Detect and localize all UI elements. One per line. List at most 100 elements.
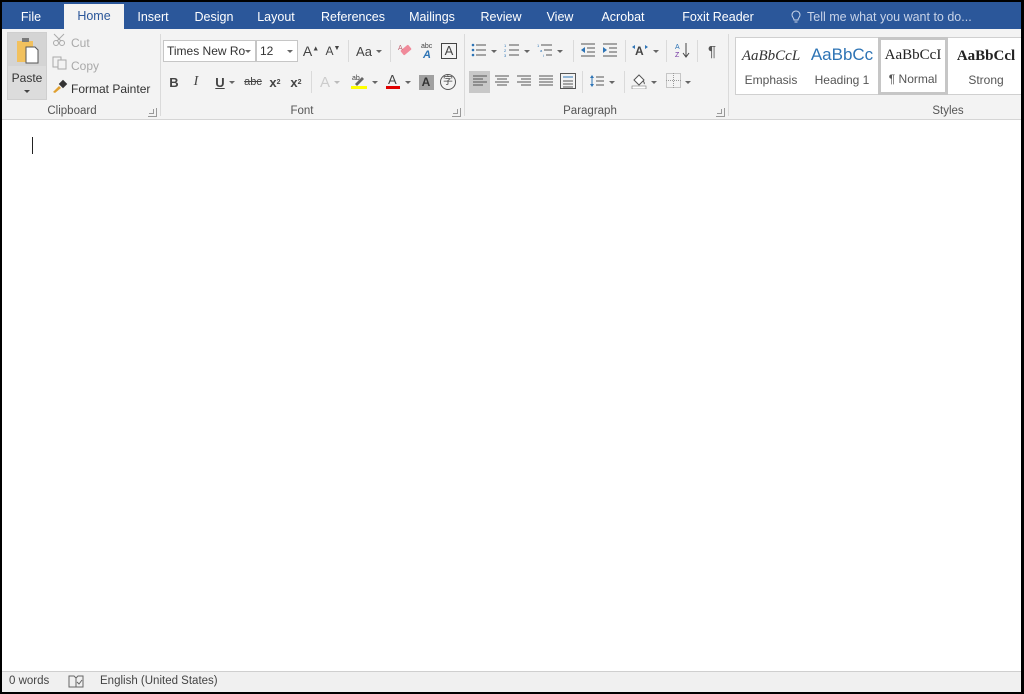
tab-layout[interactable]: Layout: [254, 5, 298, 29]
document-body[interactable]: [2, 121, 1021, 671]
separator: [390, 40, 391, 62]
group-separator: [464, 34, 465, 116]
style-name: Heading 1: [814, 73, 870, 87]
borders-button[interactable]: [662, 71, 694, 93]
svg-text:A: A: [675, 44, 680, 51]
separator: [348, 40, 349, 62]
character-shading-button[interactable]: A: [417, 71, 435, 93]
underline-button[interactable]: U: [210, 71, 240, 93]
chevron-down-icon: [334, 80, 340, 84]
sort-az-icon: AZ: [674, 42, 690, 61]
styles-gallery: AaBbCcL Emphasis AaBbCc Heading 1 AaBbCc…: [735, 37, 1021, 95]
shading-button[interactable]: [629, 71, 659, 93]
increase-indent-button[interactable]: [600, 40, 620, 62]
chevron-down-icon: [375, 49, 382, 53]
paste-label: Paste: [11, 71, 43, 85]
cut-label: Cut: [71, 36, 90, 50]
tab-mailings[interactable]: Mailings: [405, 5, 459, 29]
font-size-combo[interactable]: 12: [256, 40, 298, 62]
copy-icon: [52, 56, 68, 76]
distributed-button[interactable]: [557, 71, 578, 93]
bold-button[interactable]: B: [166, 71, 182, 93]
change-case-button[interactable]: Aa: [354, 40, 384, 62]
svg-text:A: A: [398, 45, 403, 52]
group-separator: [160, 34, 161, 116]
chevron-down-icon: [405, 80, 411, 84]
tab-view[interactable]: View: [544, 5, 576, 29]
style-strong[interactable]: AaBbCcl Strong: [951, 39, 1021, 93]
style-normal[interactable]: AaBbCcI ¶ Normal: [878, 37, 948, 95]
svg-text:3: 3: [504, 53, 507, 57]
separator: [624, 71, 625, 93]
align-right-button[interactable]: [513, 71, 534, 93]
subscript-button[interactable]: x2: [266, 71, 284, 93]
tell-me-placeholder: Tell me what you want to do...: [807, 10, 972, 24]
style-sample: AaBbCcL: [741, 48, 801, 64]
copy-label: Copy: [71, 59, 100, 73]
enclose-characters-button[interactable]: 字: [438, 71, 458, 93]
font-name-combo[interactable]: Times New Ro: [163, 40, 256, 62]
align-left-button[interactable]: [469, 71, 490, 93]
paintbrush-icon: [52, 79, 68, 99]
distributed-icon: [559, 72, 576, 92]
style-emphasis[interactable]: AaBbCcL Emphasis: [736, 39, 806, 93]
italic-button[interactable]: I: [188, 71, 204, 93]
tab-design[interactable]: Design: [191, 5, 237, 29]
font-color-button[interactable]: A: [382, 71, 414, 93]
increase-indent-icon: [602, 43, 618, 60]
chevron-down-icon: [524, 49, 530, 53]
svg-text:A: A: [635, 44, 644, 57]
tell-me-search[interactable]: Tell me what you want to do...: [791, 5, 972, 29]
style-heading-1[interactable]: AaBbCc Heading 1: [807, 39, 877, 93]
word-count[interactable]: 0 words: [9, 675, 49, 687]
character-border-button[interactable]: A: [439, 40, 459, 62]
tab-references[interactable]: References: [320, 5, 386, 29]
underline-label: U: [215, 74, 225, 90]
clipboard-dialog-launcher[interactable]: [148, 108, 157, 117]
justify-button[interactable]: [535, 71, 556, 93]
line-spacing-button[interactable]: [587, 71, 617, 93]
grow-font-button[interactable]: A▲: [302, 40, 320, 62]
paste-dropdown-arrow[interactable]: [24, 90, 30, 93]
chevron-down-icon: [684, 80, 691, 84]
clear-formatting-button[interactable]: A: [395, 40, 415, 62]
asian-layout-icon: A: [631, 43, 649, 60]
strikethrough-button[interactable]: abc: [242, 71, 264, 93]
tab-acrobat[interactable]: Acrobat: [598, 5, 648, 29]
format-painter-button[interactable]: Format Painter: [52, 79, 150, 99]
align-left-icon: [472, 75, 487, 90]
paragraph-dialog-launcher[interactable]: [716, 108, 725, 117]
align-center-button[interactable]: [491, 71, 512, 93]
justify-icon: [538, 75, 553, 90]
scissors-icon: [52, 33, 68, 53]
font-name-value: Times New Ro: [167, 44, 246, 58]
text-effects-icon: abc A: [419, 41, 435, 62]
superscript-button[interactable]: x2: [287, 71, 305, 93]
decrease-indent-icon: [580, 43, 596, 60]
paste-icon-area: [8, 33, 46, 66]
cut-button[interactable]: Cut: [52, 33, 90, 53]
numbering-button[interactable]: 123: [502, 40, 532, 62]
proofing-icon[interactable]: [68, 675, 84, 691]
shrink-font-button[interactable]: A▼: [324, 40, 342, 62]
show-hide-marks-button[interactable]: ¶: [702, 40, 722, 62]
svg-text:Z: Z: [675, 52, 680, 58]
font-dialog-launcher[interactable]: [452, 108, 461, 117]
asian-layout-button[interactable]: A: [630, 40, 660, 62]
copy-button[interactable]: Copy: [52, 56, 99, 76]
paste-button[interactable]: Paste: [7, 32, 47, 100]
highlight-color-button[interactable]: ab: [348, 71, 380, 93]
tab-insert[interactable]: Insert: [133, 5, 173, 29]
tab-foxit-reader-pdf[interactable]: Foxit Reader PDF: [668, 5, 768, 48]
sort-button[interactable]: AZ: [672, 40, 692, 62]
language-indicator[interactable]: English (United States): [100, 675, 218, 687]
multilevel-list-button[interactable]: 1ai: [535, 40, 565, 62]
bullets-button[interactable]: [469, 40, 499, 62]
decrease-indent-button[interactable]: [578, 40, 598, 62]
text-effects-button[interactable]: A: [316, 71, 344, 93]
tab-file[interactable]: File: [13, 5, 49, 29]
chevron-down-icon: [245, 50, 251, 53]
tab-review[interactable]: Review: [478, 5, 524, 29]
text-effects-abc-button[interactable]: abc A: [417, 40, 437, 62]
tab-home[interactable]: Home: [64, 4, 124, 29]
